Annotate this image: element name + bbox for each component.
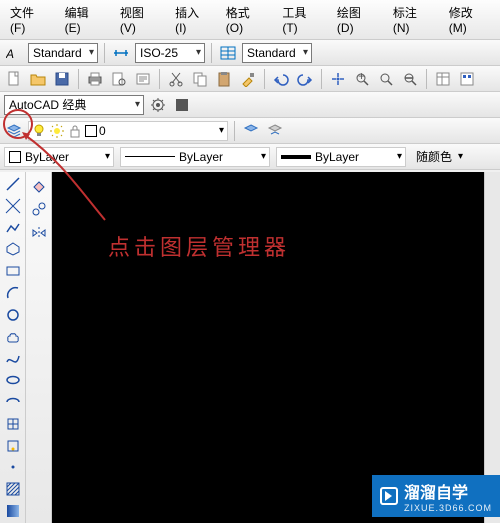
menu-bar: 文件(F) 编辑(E) 视图(V) 插入(I) 格式(O) 工具(T) 绘图(D… — [0, 0, 500, 40]
spline-tool[interactable] — [2, 349, 24, 369]
styles-toolbar: A Standard ISO-25 Standard — [0, 40, 500, 66]
text-style-select[interactable]: Standard — [28, 43, 98, 63]
preview-icon[interactable] — [109, 69, 129, 89]
menu-insert[interactable]: 插入(I) — [169, 2, 216, 37]
menu-draw[interactable]: 绘图(D) — [331, 2, 383, 37]
dim-style-select[interactable]: ISO-25 — [135, 43, 205, 63]
vertical-scrollbar[interactable] — [484, 172, 500, 523]
zoom-prev-icon[interactable] — [400, 69, 420, 89]
cut-icon[interactable] — [166, 69, 186, 89]
text-style-icon[interactable]: A — [4, 43, 24, 63]
menu-annotate[interactable]: 标注(N) — [387, 2, 439, 37]
layer-prev-icon[interactable] — [265, 121, 285, 141]
drawing-canvas[interactable]: 点击图层管理器 — [52, 172, 484, 523]
layers-toolbar: 0 — [0, 118, 500, 144]
watermark: 溜溜自学 ZIXUE.3D66.COM — [372, 475, 500, 517]
workspace-lock-icon[interactable] — [172, 95, 192, 115]
table-style-icon[interactable] — [218, 43, 238, 63]
plotstyle-select[interactable]: 随颜色 — [412, 147, 466, 167]
table-style-value: Standard — [247, 46, 296, 60]
circle-tool[interactable] — [2, 305, 24, 325]
copy-icon[interactable] — [190, 69, 210, 89]
menu-modify[interactable]: 修改(M) — [443, 2, 496, 37]
linetype-select[interactable]: ByLayer — [120, 147, 270, 167]
workspace-settings-icon[interactable] — [148, 95, 168, 115]
menu-format[interactable]: 格式(O) — [220, 2, 273, 37]
color-swatch — [9, 151, 21, 163]
draw-toolbar — [0, 172, 26, 523]
menu-file[interactable]: 文件(F) — [4, 2, 55, 37]
ellipse-tool[interactable] — [2, 370, 24, 390]
layer-select[interactable]: 0 — [28, 121, 228, 141]
text-style-value: Standard — [33, 46, 82, 60]
layer-sun-icon — [49, 123, 65, 139]
open-icon[interactable] — [28, 69, 48, 89]
arc-tool[interactable] — [2, 283, 24, 303]
block-tool[interactable] — [2, 436, 24, 456]
mirror-tool[interactable] — [28, 222, 50, 244]
menu-tools[interactable]: 工具(T) — [276, 2, 327, 37]
zoom-window-icon[interactable] — [376, 69, 396, 89]
layer-color-swatch — [85, 125, 97, 137]
dim-style-icon[interactable] — [111, 43, 131, 63]
work-area: 点击图层管理器 — [0, 172, 500, 523]
revcloud-tool[interactable] — [2, 327, 24, 347]
layer-bulb-icon — [31, 123, 47, 139]
new-icon[interactable] — [4, 69, 24, 89]
lineweight-select[interactable]: ByLayer — [276, 147, 406, 167]
annotation-text: 点击图层管理器 — [108, 230, 290, 262]
erase-tool[interactable] — [28, 174, 50, 196]
match-icon[interactable] — [238, 69, 258, 89]
watermark-brand: 溜溜自学 — [404, 479, 492, 503]
layer-states-icon[interactable] — [241, 121, 261, 141]
lineweight-value: ByLayer — [315, 150, 359, 164]
rectangle-tool[interactable] — [2, 261, 24, 281]
layer-lock-icon — [67, 123, 83, 139]
menu-view[interactable]: 视图(V) — [114, 2, 165, 37]
properties-toolbar: ByLayer ByLayer ByLayer 随颜色 — [0, 144, 500, 170]
line-tool[interactable] — [2, 174, 24, 194]
linetype-sample — [125, 156, 175, 157]
workspace-toolbar: AutoCAD 经典 — [0, 92, 500, 118]
standard-toolbar: + — [0, 66, 500, 92]
lineweight-sample — [281, 155, 311, 159]
paste-icon[interactable] — [214, 69, 234, 89]
redo-icon[interactable] — [295, 69, 315, 89]
insert-tool[interactable] — [2, 414, 24, 434]
save-icon[interactable] — [52, 69, 72, 89]
pline-tool[interactable] — [2, 218, 24, 238]
play-icon — [380, 487, 398, 505]
zoom-realtime-icon[interactable]: + — [352, 69, 372, 89]
pan-icon[interactable] — [328, 69, 348, 89]
publish-icon[interactable] — [133, 69, 153, 89]
annotation-circle — [3, 109, 33, 139]
copy-tool[interactable] — [28, 198, 50, 220]
layer-name: 0 — [99, 124, 106, 138]
undo-icon[interactable] — [271, 69, 291, 89]
linetype-value: ByLayer — [179, 150, 223, 164]
print-icon[interactable] — [85, 69, 105, 89]
polygon-tool[interactable] — [2, 239, 24, 259]
hatch-tool[interactable] — [2, 479, 24, 499]
ellipse-arc-tool[interactable] — [2, 392, 24, 412]
plotstyle-value: 随颜色 — [416, 148, 452, 165]
svg-text:A: A — [6, 47, 14, 61]
properties-icon[interactable] — [433, 69, 453, 89]
svg-text:+: + — [358, 71, 365, 83]
table-style-select[interactable]: Standard — [242, 43, 312, 63]
color-value: ByLayer — [25, 150, 69, 164]
point-tool[interactable] — [2, 458, 24, 478]
xline-tool[interactable] — [2, 196, 24, 216]
menu-edit[interactable]: 编辑(E) — [59, 2, 110, 37]
dc-icon[interactable] — [457, 69, 477, 89]
color-select[interactable]: ByLayer — [4, 147, 114, 167]
modify-toolbar — [26, 172, 52, 523]
gradient-tool[interactable] — [2, 501, 24, 521]
dim-style-value: ISO-25 — [140, 46, 178, 60]
watermark-url: ZIXUE.3D66.COM — [404, 503, 492, 513]
